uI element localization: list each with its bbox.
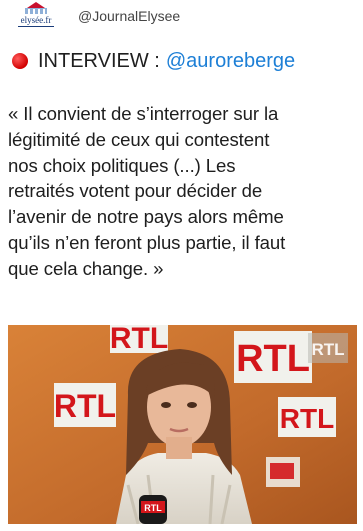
elysee-logo[interactable]: elysée.fr: [14, 0, 58, 30]
microphone: RTL: [139, 495, 167, 524]
rtl-logo-text: RTL: [110, 325, 168, 355]
logo-rule: [18, 26, 54, 27]
rtl-logo-text: RTL: [311, 340, 344, 359]
rtl-logo-text: RTL: [54, 388, 116, 424]
rtl-watermark: RTL: [308, 333, 348, 363]
rtl-logo: RTL: [110, 325, 168, 355]
rtl-logo: RTL: [234, 331, 312, 383]
quote-text: « Il convient de s’interroger sur la lég…: [8, 101, 358, 282]
interview-photo[interactable]: RTL RTL RTL RTL RTL RTL: [8, 325, 357, 524]
mention-link[interactable]: @auroreberge: [166, 50, 295, 73]
quote-line: légitimité de ceux qui contestent: [8, 128, 270, 150]
quote-line: « Il convient de s’interroger sur la: [8, 103, 279, 124]
headline-label: INTERVIEW :: [38, 49, 160, 72]
rtl-logo-text: RTL: [280, 403, 334, 434]
headline: INTERVIEW : @auroreberge: [12, 48, 295, 74]
logo-text: elysée.fr: [20, 15, 52, 25]
quote-line: nos choix politiques (...) Les: [8, 154, 236, 176]
elysee-emblem-icon: [25, 2, 47, 14]
account-handle[interactable]: @JournalElysee: [78, 8, 180, 24]
mic-label: RTL: [144, 503, 162, 513]
rtl-logo: RTL: [54, 383, 116, 427]
tweet-header: elysée.fr @JournalElysee: [0, 0, 363, 30]
rtl-logo-text: RTL: [236, 338, 310, 380]
quote-line: retraités votent pour décider de: [8, 180, 263, 202]
quote-line: qu’ils n’en feront plus partie, il faut: [8, 231, 286, 253]
quote-line: l’avenir de notre pays alors même: [8, 206, 284, 228]
rtl-logo: RTL: [278, 397, 336, 437]
quote-line: que cela change. »: [8, 257, 164, 279]
red-circle-icon: [12, 53, 28, 69]
photo-scene: RTL RTL RTL RTL RTL RTL: [8, 325, 357, 524]
